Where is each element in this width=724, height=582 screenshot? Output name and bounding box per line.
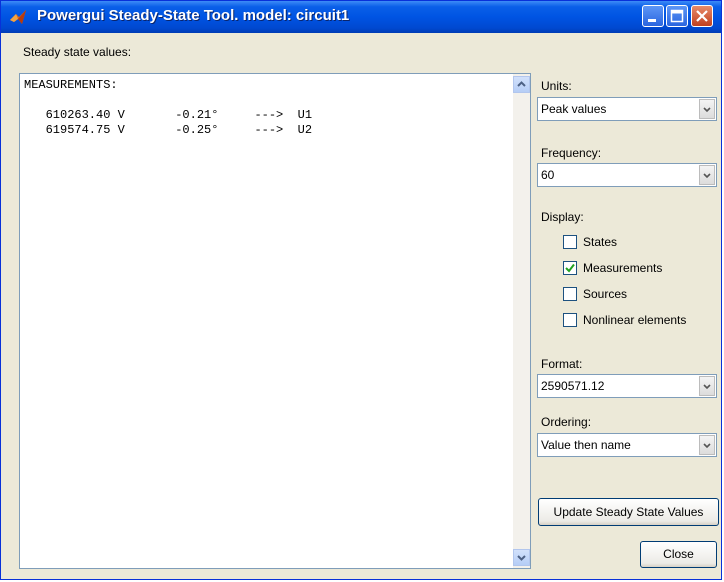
scroll-up-button[interactable] <box>513 76 530 93</box>
vertical-scrollbar[interactable] <box>513 74 530 568</box>
ordering-label: Ordering: <box>541 415 592 429</box>
chevron-down-icon <box>703 173 711 179</box>
chevron-down-icon <box>517 555 526 561</box>
units-dropdown[interactable]: Peak values <box>537 97 717 121</box>
ordering-value: Value then name <box>541 438 631 452</box>
frequency-dropdown[interactable]: 60 <box>537 163 717 187</box>
ordering-dropdown[interactable]: Value then name <box>537 433 717 457</box>
matlab-logo-icon <box>10 10 26 24</box>
states-checkbox[interactable] <box>563 235 577 249</box>
text-line: 610263.40 V -0.21° ---> U1 <box>24 108 313 122</box>
close-button[interactable]: Close <box>640 541 717 568</box>
units-label: Units: <box>541 79 572 93</box>
chevron-down-icon <box>703 443 711 449</box>
units-value: Peak values <box>541 102 607 116</box>
minimize-icon <box>648 19 656 22</box>
format-label: Format: <box>541 357 583 371</box>
window-title: Powergui Steady-State Tool. model: circu… <box>37 7 350 24</box>
chevron-down-icon <box>703 107 711 113</box>
format-dropdown-arrow[interactable] <box>699 376 715 396</box>
maximize-button[interactable] <box>666 5 688 27</box>
text-line: MEASUREMENTS: <box>24 78 118 92</box>
steady-state-text-area[interactable]: MEASUREMENTS: 610263.40 V -0.21° ---> U1… <box>19 73 531 569</box>
ordering-dropdown-arrow[interactable] <box>699 435 715 455</box>
update-steady-state-values-button[interactable]: Update Steady State Values <box>538 498 719 526</box>
scroll-down-button[interactable] <box>513 549 530 566</box>
close-window-button[interactable] <box>691 5 713 27</box>
window: Powergui Steady-State Tool. model: circu… <box>0 0 722 580</box>
minimize-button[interactable] <box>642 5 664 27</box>
maximize-icon <box>670 9 684 23</box>
text-content: MEASUREMENTS: 610263.40 V -0.21° ---> U1… <box>24 78 312 138</box>
checkmark-icon <box>565 263 575 273</box>
units-dropdown-arrow[interactable] <box>699 99 715 119</box>
sources-checkbox[interactable] <box>563 287 577 301</box>
states-label: States <box>583 235 618 249</box>
format-value: 2590571.12 <box>541 379 605 393</box>
frequency-value: 60 <box>541 168 555 182</box>
chevron-up-icon <box>517 81 526 87</box>
nonlinear-elements-label: Nonlinear elements <box>583 313 687 327</box>
text-line: 619574.75 V -0.25° ---> U2 <box>24 123 313 137</box>
nonlinear-elements-checkbox[interactable] <box>563 313 577 327</box>
text-line <box>24 93 312 108</box>
display-label: Display: <box>541 210 584 224</box>
title-bar[interactable]: Powergui Steady-State Tool. model: circu… <box>1 1 721 33</box>
measurements-checkbox[interactable] <box>563 261 577 275</box>
close-icon <box>696 10 708 22</box>
steady-state-values-label: Steady state values: <box>23 45 132 59</box>
frequency-label: Frequency: <box>541 146 602 160</box>
chevron-down-icon <box>703 384 711 390</box>
sources-label: Sources <box>583 287 628 301</box>
measurements-label: Measurements <box>583 261 663 275</box>
frequency-dropdown-arrow[interactable] <box>699 165 715 185</box>
format-dropdown[interactable]: 2590571.12 <box>537 374 717 398</box>
